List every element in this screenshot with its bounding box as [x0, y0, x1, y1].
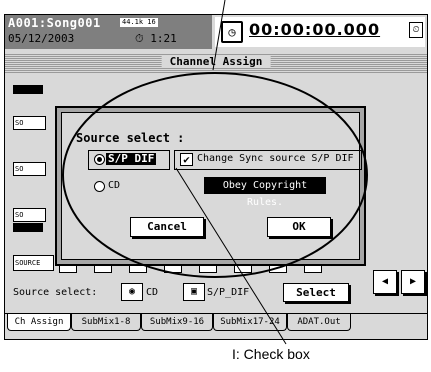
ok-button[interactable]: OK: [267, 217, 331, 237]
source-select-dialog: Source select : S/P DIF ✔ Change Sync so…: [55, 106, 366, 266]
source-select-label: Source select:: [13, 287, 98, 298]
dialog-title: Source select :: [76, 131, 185, 145]
source-row-label: SOURCE: [13, 255, 54, 271]
cd-icon: ◉: [121, 283, 143, 301]
channel-row-label: SO: [13, 162, 46, 176]
title-bar: Channel Assign: [5, 53, 427, 73]
checkbox-label[interactable]: Change Sync source S/P DIF: [197, 153, 354, 164]
channel-row-label: SO: [13, 116, 46, 130]
spdif-option-label[interactable]: S/P DIF: [106, 153, 157, 165]
song-length: ⏱ 1:21: [135, 32, 177, 45]
callout-label: I: Check box: [232, 346, 310, 362]
channel-row-label: SO: [13, 208, 46, 222]
page-left-button[interactable]: ◀: [373, 270, 397, 294]
clock-icon[interactable]: ◷: [221, 21, 243, 43]
tab-submix-1-8[interactable]: SubMix1-8: [71, 314, 141, 331]
spdif-radio[interactable]: [94, 154, 105, 165]
timer-icon[interactable]: ⏲: [409, 22, 423, 38]
time-counter: ◷ 00:00:00.000 ⏲: [215, 17, 425, 47]
cd-radio[interactable]: [94, 181, 105, 192]
source-spdif-label: S/P_DIF: [207, 287, 250, 298]
channel-bar: [13, 85, 43, 94]
copyright-notice: Obey Copyright Rules.: [204, 177, 326, 208]
song-date: 05/12/2003: [8, 32, 75, 45]
page-right-button[interactable]: ▶: [401, 270, 425, 294]
song-name: A001:Song001: [8, 16, 101, 30]
page-title: Channel Assign: [161, 55, 271, 68]
sample-rate-badge: 44.1k 16: [120, 18, 158, 27]
device-screen: A001:Song001 44.1k 16 05/12/2003 ⏱ 1:21 …: [4, 14, 428, 340]
source-cd-label: CD: [146, 287, 159, 298]
tab-submix-9-16[interactable]: SubMix9-16: [141, 314, 213, 331]
tab-adat-out[interactable]: ADAT.Out: [287, 314, 351, 331]
dialog-body: Source select : S/P DIF ✔ Change Sync so…: [61, 112, 362, 260]
time-display: 00:00:00.000: [249, 20, 381, 39]
song-info-panel: A001:Song001 44.1k 16 05/12/2003 ⏱ 1:21: [5, 15, 212, 49]
cancel-button[interactable]: Cancel: [130, 217, 204, 237]
tab-bar: Ch Assign SubMix1-8 SubMix9-16 SubMix17-…: [5, 313, 427, 336]
spdif-icon: ▣: [183, 283, 205, 301]
song-length-value: 1:21: [150, 32, 177, 45]
select-button[interactable]: Select: [283, 283, 349, 302]
tab-ch-assign[interactable]: Ch Assign: [7, 314, 71, 331]
channel-bar: [13, 223, 43, 232]
cd-option-label[interactable]: CD: [108, 180, 120, 191]
tab-submix-17-24[interactable]: SubMix17-24: [213, 314, 287, 331]
sync-source-checkbox[interactable]: ✔: [180, 153, 193, 166]
